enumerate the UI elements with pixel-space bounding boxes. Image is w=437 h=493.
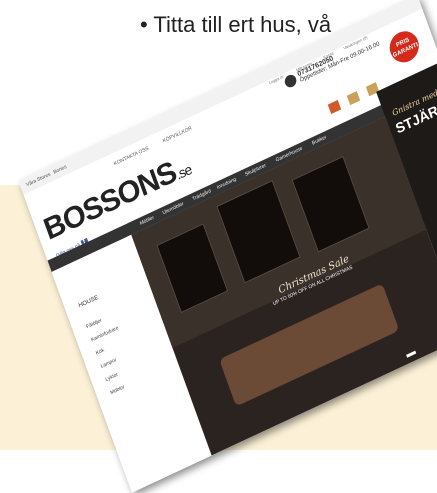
- category-item[interactable]: Lampor: [100, 357, 117, 370]
- slider-dots[interactable]: [406, 350, 417, 358]
- category-menu-title: HOUSE: [77, 294, 100, 310]
- slide-cut-text: i: [235, 0, 345, 2]
- terms-link[interactable]: KÖPVILLKOR: [162, 125, 193, 144]
- free-shipping-icon: [327, 99, 342, 114]
- phone-icon: [283, 72, 299, 90]
- category-item[interactable]: Kaminfodrare: [90, 325, 119, 343]
- fast-delivery-icon: [346, 91, 361, 106]
- category-item[interactable]: Kök: [95, 347, 105, 356]
- category-item[interactable]: Möbler: [110, 384, 126, 396]
- price-guarantee-badge: PRIS GARANTI: [385, 26, 424, 68]
- category-item[interactable]: Lyktor: [105, 372, 119, 383]
- category-item[interactable]: Fåtöljer: [86, 317, 103, 330]
- slide-bullet-text: • Titta till ert hus, vå: [140, 12, 332, 37]
- contact-link[interactable]: KONTAKTA OSS: [113, 146, 149, 168]
